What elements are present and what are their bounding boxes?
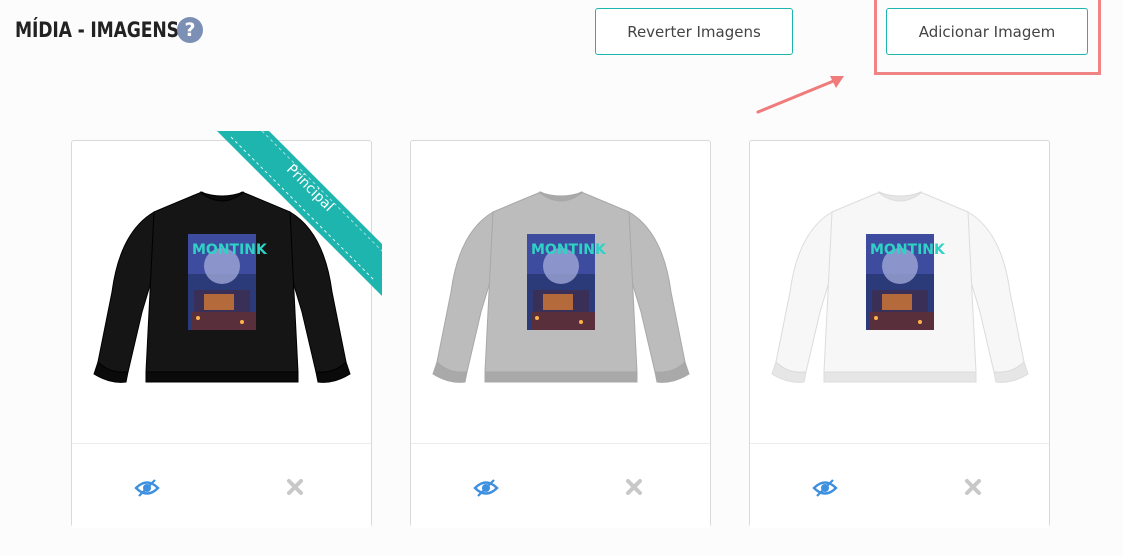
remove-image-icon[interactable] (286, 478, 304, 496)
revert-images-button[interactable]: Reverter Imagens (595, 8, 793, 55)
question-circle-icon[interactable]: ? (177, 17, 203, 43)
print-text: MONTINK (870, 242, 946, 258)
visibility-eye-icon[interactable] (812, 477, 838, 499)
page-title: MÍDIA - IMAGENS (15, 18, 179, 42)
arrow-pointer-icon (756, 76, 844, 114)
product-image-white[interactable]: MONTINK (750, 141, 1049, 443)
highlight-box (874, 0, 1101, 75)
image-actions (72, 443, 371, 528)
image-card: MONTINK Principal (71, 131, 382, 528)
remove-image-icon[interactable] (625, 478, 643, 496)
image-actions (750, 443, 1049, 528)
visibility-eye-icon[interactable] (473, 477, 499, 499)
remove-image-icon[interactable] (964, 478, 982, 496)
page-header: MÍDIA - IMAGENS ? (15, 17, 215, 43)
image-card: MONTINK (749, 140, 1050, 528)
image-card: MONTINK (410, 140, 711, 528)
principal-ribbon: Principal (207, 131, 382, 306)
print-text: MONTINK (531, 242, 607, 258)
image-actions (411, 443, 710, 528)
visibility-eye-icon[interactable] (134, 477, 160, 499)
product-image-gray[interactable]: MONTINK (411, 141, 710, 443)
